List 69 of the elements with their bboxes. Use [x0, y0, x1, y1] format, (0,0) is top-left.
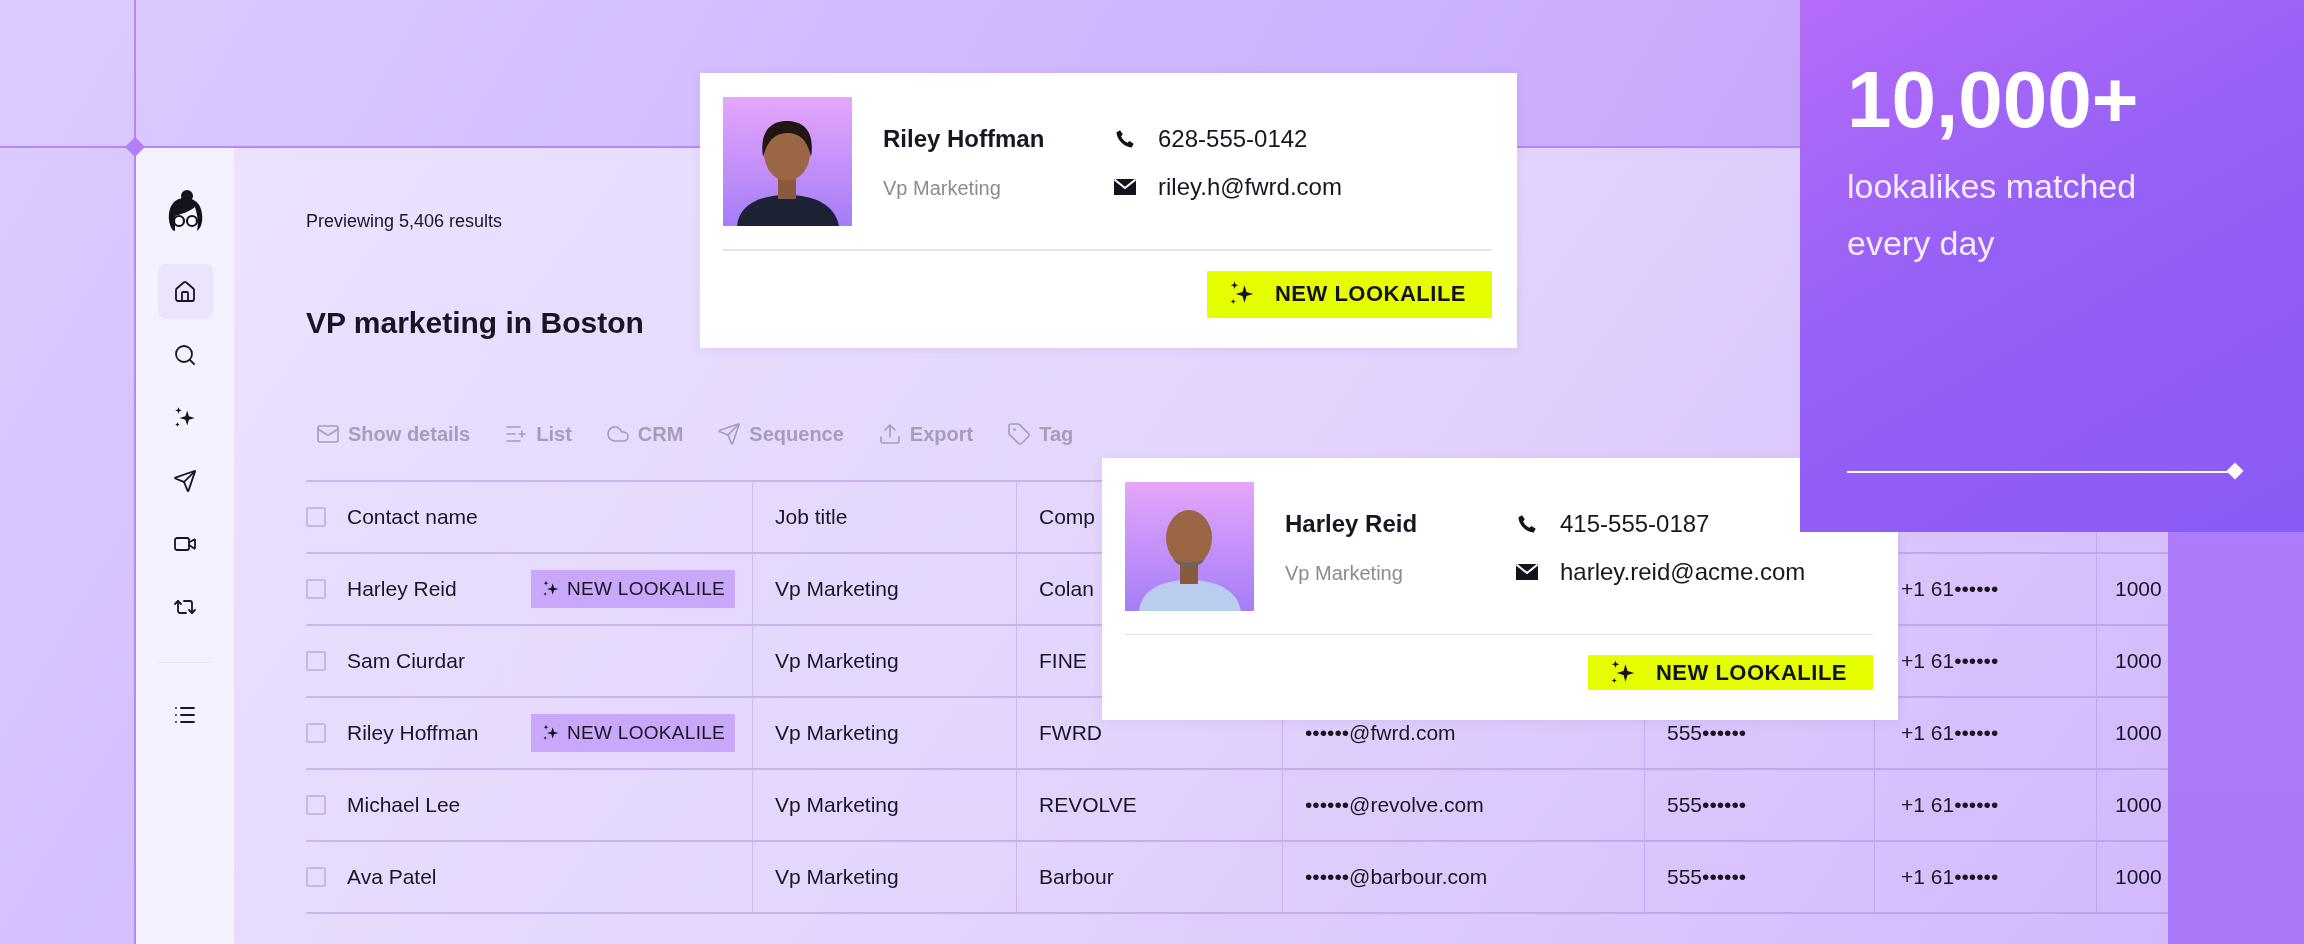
table-cell: Vp Marketing [775, 793, 899, 817]
table-cell: Vp Marketing [775, 721, 899, 745]
table-cell: Vp Marketing [775, 649, 899, 673]
send-icon [173, 468, 197, 493]
page-title: VP marketing in Boston [306, 306, 645, 340]
table-cell: +1 61•••••• [1901, 793, 1999, 817]
table-cell: 555•••••• [1667, 865, 1747, 889]
results-count: Previewing 5,406 results [306, 210, 504, 232]
mail-icon [1516, 563, 1538, 581]
checkbox[interactable] [306, 867, 326, 887]
tag-icon [1007, 422, 1032, 446]
logo-icon [167, 190, 203, 232]
table-cell: 555•••••• [1667, 793, 1747, 817]
phone-number: 628-555-0142 [1158, 125, 1308, 153]
table-cell: ••••••@barbour.com [1305, 865, 1488, 889]
table-cell: Vp Marketing [775, 865, 899, 889]
table-cell: +1 61•••••• [1901, 649, 1999, 673]
upload-icon [877, 422, 902, 446]
mail-icon [1114, 178, 1136, 196]
table-cell: +1 61•••••• [1901, 577, 1999, 601]
card-job-title: Vp Marketing [883, 176, 1002, 201]
table-cell: 1000 [2115, 793, 2162, 817]
checkbox[interactable] [306, 723, 326, 743]
lookalike-badge: NEW LOOKALILE [531, 570, 736, 608]
table-cell: 1000 [2115, 721, 2162, 745]
card-name: Harley Reid [1285, 510, 1419, 538]
search-icon [173, 342, 197, 367]
contact-name: Michael Lee [347, 793, 462, 817]
card-job-title: Vp Marketing [1285, 561, 1404, 586]
table-cell: Colan [1039, 577, 1094, 601]
table-cell: FINE [1039, 649, 1087, 673]
card-name: Riley Hoffman [883, 125, 1046, 153]
table-cell: 1000 [2115, 649, 2162, 673]
column-header: Contact name [347, 505, 478, 529]
table-cell: +1 61•••••• [1901, 865, 1999, 889]
email-address: riley.h@fwrd.com [1158, 173, 1342, 201]
contact-name: Harley Reid [347, 577, 458, 601]
phone-icon [1114, 128, 1136, 150]
table-cell: ••••••@revolve.com [1305, 793, 1484, 817]
checkbox[interactable] [306, 651, 326, 671]
table-cell: FWRD [1039, 721, 1102, 745]
checkbox[interactable] [306, 795, 326, 815]
table-cell: REVOLVE [1039, 793, 1137, 817]
table-cell: 555•••••• [1667, 721, 1747, 745]
table-cell: 1000 [2115, 865, 2162, 889]
sidebar-item[interactable] [157, 264, 213, 319]
checkbox[interactable] [306, 579, 326, 599]
contact-name: Ava Patel [347, 865, 438, 889]
phone-icon [1516, 513, 1538, 535]
phone-number: 415-555-0187 [1560, 510, 1710, 538]
table-cell: Barbour [1039, 865, 1114, 889]
home-icon [173, 279, 197, 304]
checkbox[interactable] [306, 507, 326, 527]
contact-name: Sam Ciurdar [347, 649, 466, 673]
stat-value: 10,000+ [1847, 54, 2140, 146]
table-cell: ••••••@fwrd.com [1305, 721, 1456, 745]
column-header: Job title [775, 505, 848, 529]
send-icon [717, 422, 742, 446]
table-cell: Vp Marketing [775, 577, 899, 601]
stat-caption: lookalikes matched every day [1847, 166, 2138, 264]
contact-name: Riley Hoffman [347, 721, 480, 745]
column-header: Comp [1039, 505, 1096, 529]
new-lookalike-button[interactable]: NEW LOOKALILE [1206, 270, 1492, 318]
new-lookalike-button[interactable]: NEW LOOKALILE [1587, 655, 1873, 690]
lookalike-badge: NEW LOOKALILE [531, 714, 736, 752]
email-address: harley.reid@acme.com [1560, 558, 1806, 586]
table-cell: 1000 [2115, 577, 2162, 601]
table-cell: +1 61•••••• [1901, 721, 1999, 745]
mail-icon [316, 422, 340, 446]
